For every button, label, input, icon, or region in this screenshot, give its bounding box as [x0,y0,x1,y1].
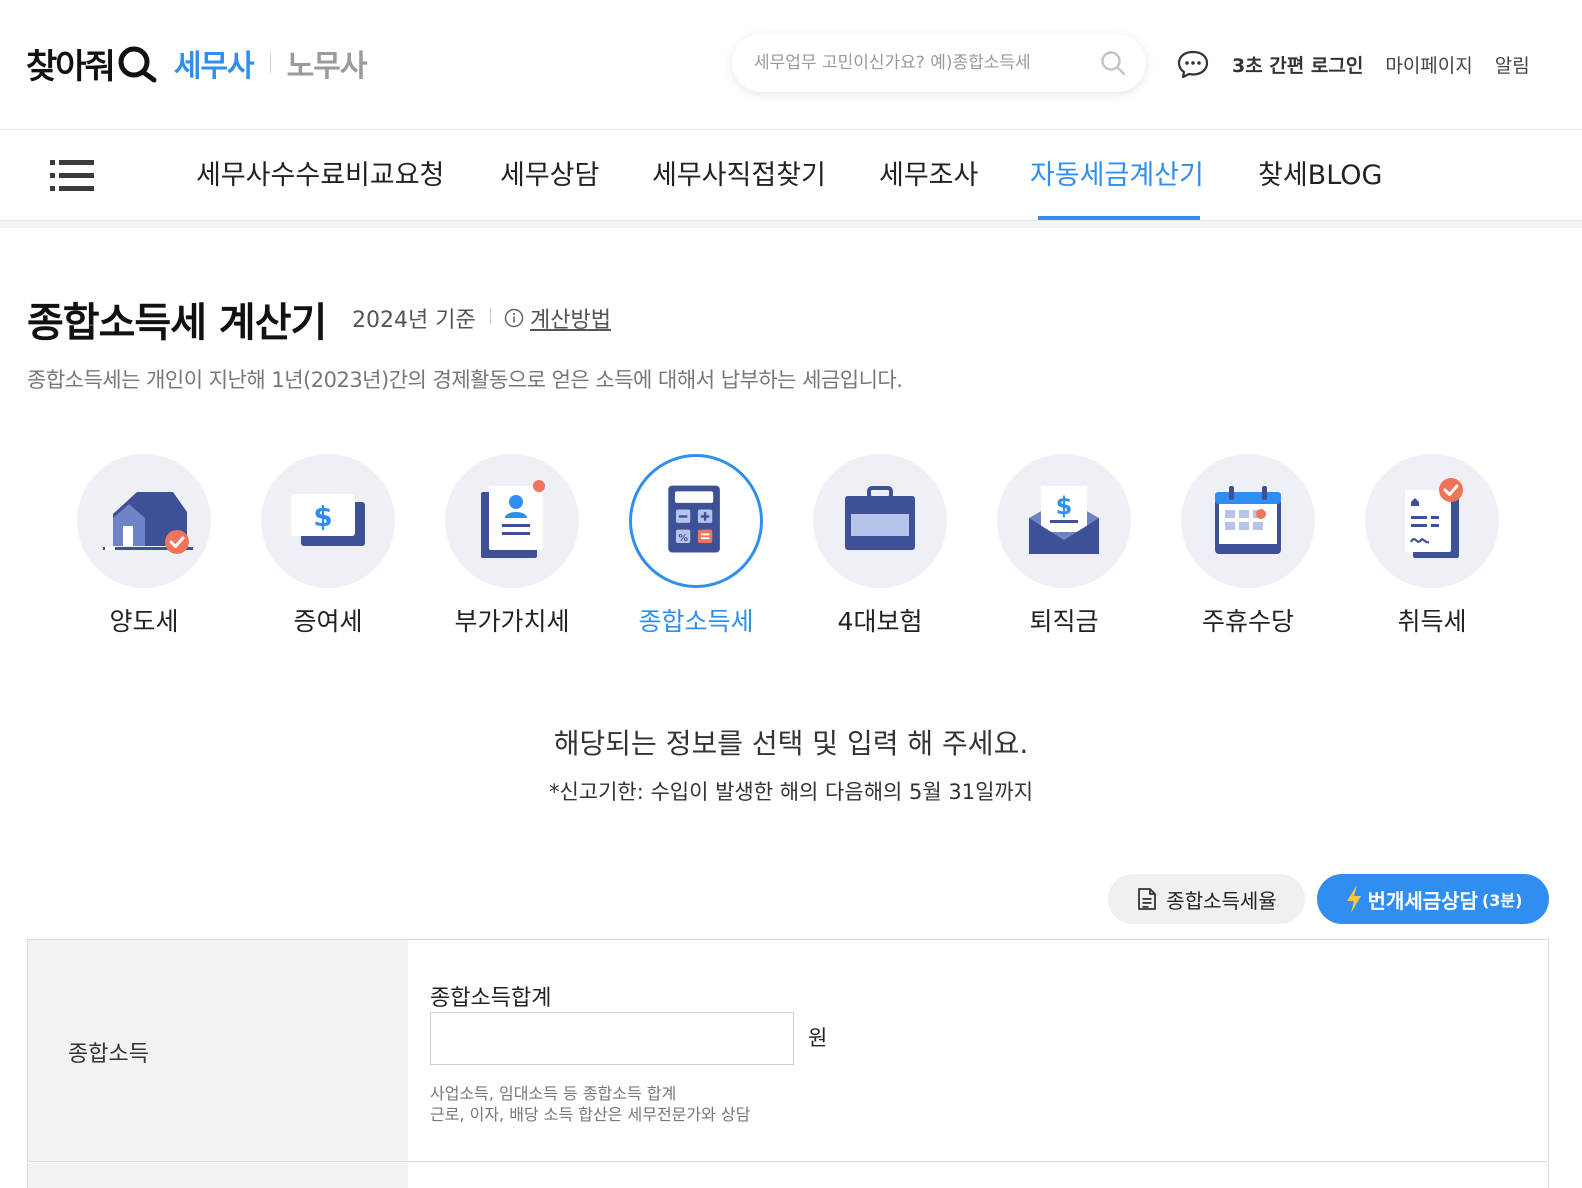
row-body [408,1163,1549,1188]
row-header: 종합소득 [27,940,408,1161]
nav-divider [0,221,1582,228]
income-tax-rate-button[interactable]: 종합소득세율 [1108,874,1305,924]
chat-bubble-icon[interactable] [1176,49,1210,79]
total-income-input[interactable] [430,1012,794,1065]
quick-tax-consult-label: 번개세금상담 [1367,888,1478,913]
money-card-icon: $ [291,494,365,546]
income-tax-rate-label: 종합소득세율 [1166,888,1277,913]
calc-method-link[interactable]: 계산방법 [504,302,611,334]
magnifier-logo-icon [118,46,157,83]
category-vat[interactable]: 부가가치세 [442,454,582,638]
main-nav: 세무사수수료비교요청 세무상담 세무사직접찾기 세무조사 자동세금계산기 찾세B… [0,131,1582,221]
category-label: 증여세 [293,607,363,636]
currency-unit: 원 [808,1026,828,1050]
nav-blog[interactable]: 찾세BLOG [1258,131,1382,221]
year-basis: 2024년 기준 [352,308,476,333]
nav-auto-tax-calculator[interactable]: 자동세금계산기 [1030,131,1204,221]
nav-find-accountant[interactable]: 세무사직접찾기 [652,131,826,221]
category-label: 취득세 [1397,607,1467,636]
form-row-next [27,1163,1549,1188]
category-label: 4대보험 [837,607,923,636]
category-acquisition-tax[interactable]: 취득세 [1362,454,1502,638]
contract-check-icon [1405,478,1463,558]
form-row-income: 종합소득 종합소득합계 원 사업소득, 임대소득 등 종합소득 합계 근로, 이… [27,940,1549,1162]
page-title: 종합소득세 계산기 [27,300,327,346]
nav-active-underline [1038,216,1200,220]
search-box [732,34,1146,92]
category-social-insurance[interactable]: 4대보험 [810,454,950,638]
category-label: 종합소득세 [638,607,754,636]
title-divider [490,308,491,324]
category-capital-gains[interactable]: 양도세 [74,454,214,638]
logo-tax-tab[interactable]: 세무사 [174,41,255,85]
category-severance[interactable]: $ 퇴직금 [994,454,1134,638]
calc-method-label: 계산방법 [530,308,611,333]
quick-tax-consult-duration: (3분) [1481,891,1523,910]
nav-tax-consult[interactable]: 세무상담 [500,131,599,221]
document-icon [1138,888,1157,910]
lightning-icon [1346,885,1361,913]
page-description: 종합소득세는 개인이 지난해 1년(2023년)간의 경제활동으로 얻은 소득에… [27,368,903,392]
instruction-main: 해당되는 정보를 선택 및 입력 해 주세요. [553,727,1029,760]
search-icon[interactable] [1100,50,1126,76]
calendar-icon [1215,486,1281,554]
logo-labor-tab[interactable]: 노무사 [287,41,368,85]
category-label: 주휴수당 [1201,607,1294,636]
category-label: 양도세 [109,607,179,636]
mypage-link[interactable]: 마이페이지 [1385,51,1472,78]
site-header: 찾아줘 세무사 노무사 3초 간편 로그인 마이페이지 알림 [0,0,1582,130]
envelope-money-icon: $ [1029,486,1099,554]
logo-divider [269,53,271,73]
category-label: 부가가치세 [454,607,570,636]
category-weekly-allowance[interactable]: 주휴수당 [1178,454,1318,638]
nav-fee-compare[interactable]: 세무사수수료비교요청 [196,131,444,221]
total-income-label: 종합소득합계 [430,986,552,1011]
calculator-icon: % [668,485,720,553]
search-input[interactable] [754,53,1094,73]
info-icon [504,308,524,328]
briefcase-icon [845,486,915,550]
quick-login-link[interactable]: 3초 간편 로그인 [1232,51,1363,78]
nav-tax-audit[interactable]: 세무조사 [879,131,978,221]
hamburger-menu-icon[interactable] [50,157,94,195]
quick-tax-consult-button[interactable]: 번개세금상담 (3분) [1317,874,1549,924]
document-person-icon [481,480,545,558]
row-body: 종합소득합계 원 사업소득, 임대소득 등 종합소득 합계 근로, 이자, 배당… [408,940,1549,1161]
top-links: 3초 간편 로그인 마이페이지 알림 [1176,44,1530,84]
row-header [27,1163,408,1188]
svg-text:%: % [678,533,688,544]
svg-text:$: $ [313,500,332,533]
logo-main-text: 찾아줘 [26,46,116,87]
svg-text:$: $ [1056,492,1073,520]
house-icon [103,492,193,554]
category-income-tax[interactable]: % 종합소득세 [626,454,766,638]
alerts-link[interactable]: 알림 [1495,51,1530,78]
row-header-label: 종합소득 [68,1042,149,1067]
filing-deadline-note: *신고기한: 수입이 발생한 해의 다음해의 5월 31일까지 [548,780,1034,804]
help-text-line2: 근로, 이자, 배당 소득 합산은 세무전문가와 상담 [430,1105,751,1124]
category-gift-tax[interactable]: $ 증여세 [258,454,398,638]
income-form-table: 종합소득 종합소득합계 원 사업소득, 임대소득 등 종합소득 합계 근로, 이… [27,939,1549,1188]
calculator-categories: 양도세 $ 증여세 부가가치세 % 종합소득세 4대보험 $ 퇴직금 주휴수당 … [0,454,1582,644]
category-label: 퇴직금 [1029,607,1099,636]
site-logo[interactable]: 찾아줘 세무사 노무사 [26,40,368,87]
